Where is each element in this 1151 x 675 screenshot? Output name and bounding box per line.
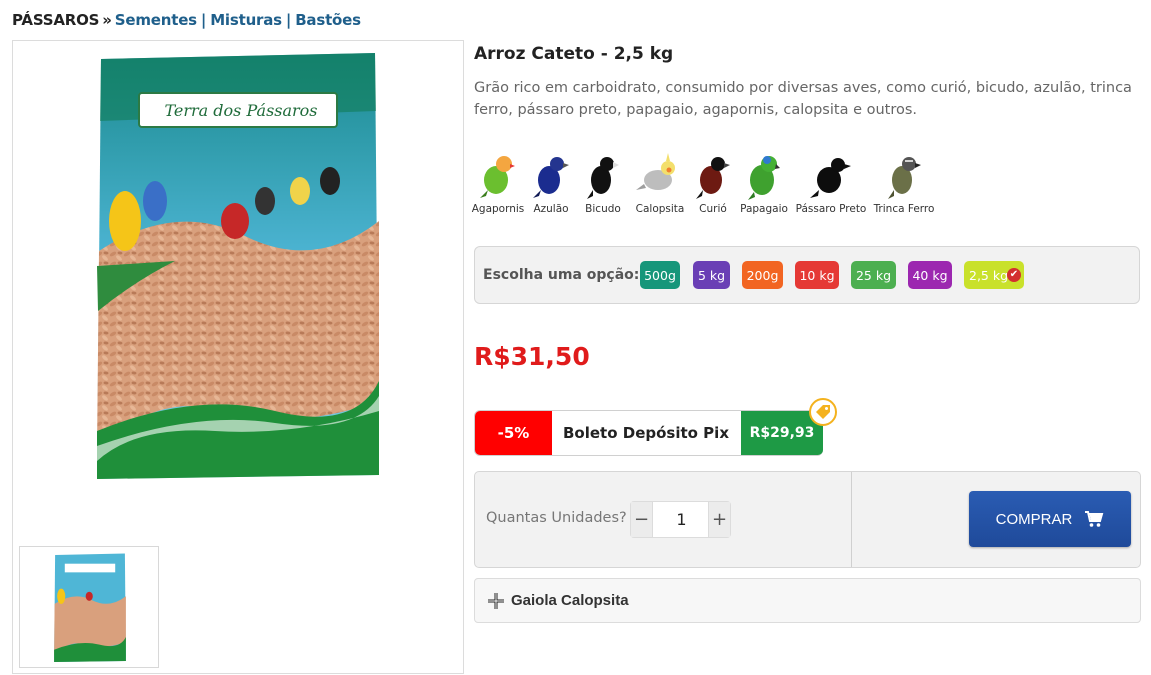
- options-label: Escolha uma opção:: [483, 267, 640, 283]
- blue-grosbeak-icon: [533, 157, 569, 198]
- bird-item-curio: Curió: [692, 150, 734, 215]
- quantity-input[interactable]: [653, 502, 710, 537]
- breadcrumb-separator-icon: »: [102, 11, 112, 29]
- option-500g[interactable]: 500g: [640, 261, 680, 289]
- purchase-divider: [851, 472, 852, 567]
- price-tag-icon: [809, 398, 837, 426]
- breadcrumb-link-misturas[interactable]: Misturas: [210, 11, 282, 29]
- product-image-panel: Terra dos Pássaros: [12, 40, 464, 674]
- accessory-gaiola-calopsita[interactable]: Gaiola Calopsita: [474, 578, 1141, 623]
- quantity-stepper: − +: [630, 501, 731, 538]
- bird-item-agapornis: Agapornis: [472, 150, 524, 215]
- option-5kg[interactable]: 5 kg: [693, 261, 730, 289]
- lovebird-icon: [480, 156, 515, 198]
- check-icon: ✔: [1007, 268, 1021, 282]
- plus-icon: [488, 593, 504, 609]
- bird-item-passaro-preto: Pássaro Preto: [794, 150, 868, 215]
- bird-item-calopsita: Calopsita: [632, 150, 688, 215]
- accessory-label: Gaiola Calopsita: [511, 592, 629, 609]
- product-description: Grão rico em carboidrato, consumido por …: [474, 80, 1132, 118]
- option-40kg[interactable]: 40 kg: [908, 261, 952, 289]
- parrot-icon: [748, 156, 780, 200]
- quantity-increase-button[interactable]: +: [708, 502, 730, 537]
- bird-item-trinca-ferro: Trinca Ferro: [872, 150, 936, 215]
- saltator-icon: [888, 157, 921, 199]
- svg-text:Terra dos Pássaros: Terra dos Pássaros: [164, 101, 317, 120]
- discount-method: Boleto Depósito Pix: [563, 424, 729, 442]
- bird-item-bicudo: Bicudo: [578, 150, 628, 215]
- option-200g[interactable]: 200g: [742, 261, 783, 289]
- product-thumbnail[interactable]: [19, 546, 159, 668]
- breadcrumb-root[interactable]: PÁSSAROS: [12, 11, 99, 29]
- curio-icon: [696, 157, 730, 199]
- buy-button[interactable]: COMPRAR: [969, 491, 1131, 547]
- quantity-label: Quantas Unidades?: [486, 510, 627, 526]
- bird-list: Agapornis Azulão Bicudo Calopsita Curió …: [472, 150, 940, 215]
- product-main-image[interactable]: Terra dos Pássaros: [95, 51, 381, 483]
- breadcrumb-link-bastoes[interactable]: Bastões: [295, 11, 361, 29]
- option-25kg[interactable]: 25 kg: [851, 261, 896, 289]
- breadcrumb: PÁSSAROS» Sementes | Misturas | Bastões: [12, 11, 361, 29]
- bird-item-papagaio: Papagaio: [738, 150, 790, 215]
- quantity-decrease-button[interactable]: −: [631, 502, 653, 537]
- payment-discount: -5% Boleto Depósito Pix R$29,93: [474, 398, 837, 456]
- cart-icon: [1085, 511, 1104, 527]
- blackbird-icon: [810, 158, 851, 198]
- discount-percent: -5%: [475, 411, 552, 455]
- option-10kg[interactable]: 10 kg: [795, 261, 839, 289]
- weight-options: Escolha uma opção: 500g 5 kg 200g 10 kg …: [474, 246, 1140, 304]
- product-title: Arroz Cateto - 2,5 kg: [474, 44, 674, 64]
- cockatiel-icon: [636, 153, 675, 190]
- option-2-5kg[interactable]: 2,5 kg ✔: [964, 261, 1024, 289]
- product-price: R$31,50: [474, 342, 590, 371]
- bird-item-azulao: Azulão: [528, 150, 574, 215]
- purchase-box: Quantas Unidades? − + COMPRAR: [474, 471, 1141, 568]
- bicudo-icon: [587, 157, 619, 199]
- breadcrumb-link-sementes[interactable]: Sementes: [115, 11, 197, 29]
- buy-button-label: COMPRAR: [995, 510, 1073, 528]
